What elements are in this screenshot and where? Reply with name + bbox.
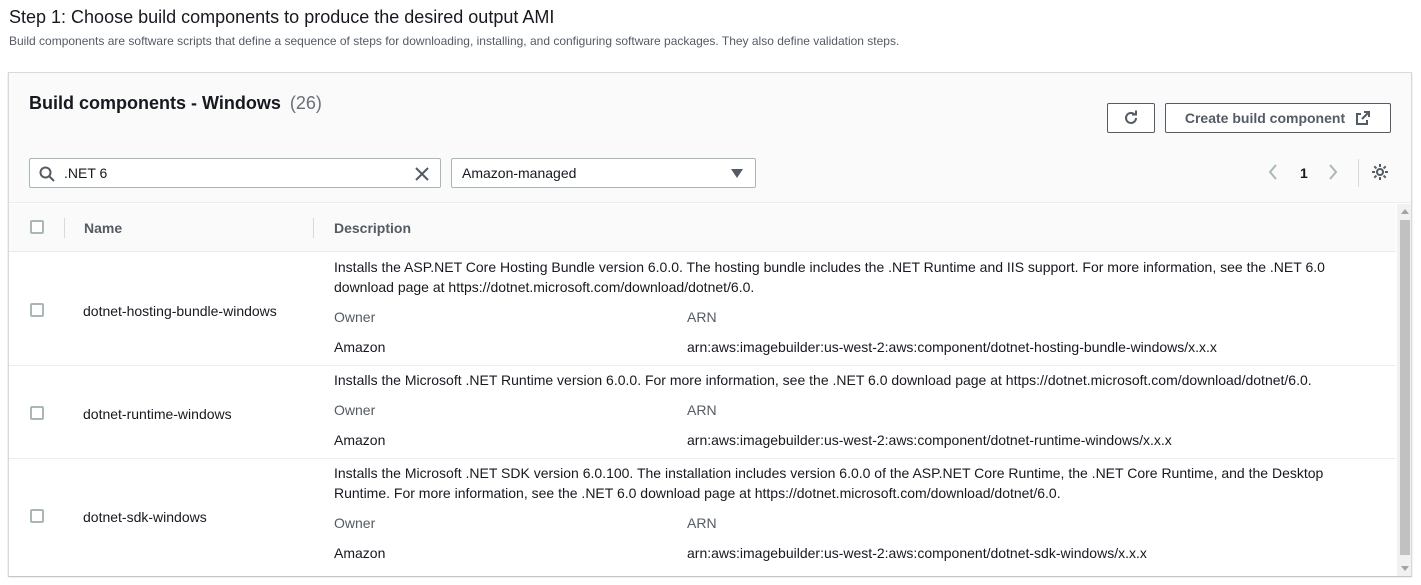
panel-title-text: Build components - Windows	[29, 93, 281, 113]
table-row[interactable]: dotnet-runtime-windows Installs the Micr…	[9, 366, 1396, 459]
vertical-scrollbar[interactable]	[1397, 204, 1411, 576]
panel-header: Build components - Windows (26) Create b…	[9, 73, 1411, 203]
owner-value: Amazon	[334, 545, 386, 561]
table-row[interactable]: dotnet-sdk-windows Installs the Microsof…	[9, 459, 1396, 576]
search-field[interactable]	[29, 158, 441, 188]
caret-down-icon	[731, 169, 743, 178]
row-checkbox[interactable]	[30, 303, 44, 317]
create-build-component-button[interactable]: Create build component	[1165, 103, 1391, 133]
scroll-down-icon[interactable]	[1401, 566, 1409, 572]
row-checkbox[interactable]	[30, 509, 44, 523]
arn-value: arn:aws:imagebuilder:us-west-2:aws:compo…	[687, 432, 1172, 448]
gear-icon[interactable]	[1371, 163, 1389, 181]
clear-icon[interactable]	[414, 166, 430, 182]
refresh-button[interactable]	[1107, 103, 1155, 133]
arn-value: arn:aws:imagebuilder:us-west-2:aws:compo…	[687, 545, 1147, 561]
arn-value: arn:aws:imagebuilder:us-west-2:aws:compo…	[687, 339, 1217, 355]
arn-label: ARN	[687, 402, 717, 418]
arn-label: ARN	[687, 309, 717, 325]
pager-divider	[1358, 159, 1359, 187]
select-all-checkbox[interactable]	[30, 220, 44, 234]
row-description: Installs the Microsoft .NET SDK version …	[334, 465, 1324, 501]
external-link-icon	[1356, 111, 1371, 125]
refresh-icon	[1125, 110, 1137, 124]
search-icon	[39, 166, 55, 182]
filter-select[interactable]: Amazon-managed	[451, 158, 756, 188]
owner-value: Amazon	[334, 339, 386, 355]
arn-label: ARN	[687, 515, 717, 531]
owner-value: Amazon	[334, 432, 386, 448]
row-checkbox[interactable]	[30, 406, 44, 420]
table-row[interactable]: dotnet-hosting-bundle-windows Installs t…	[9, 253, 1396, 366]
column-header-name[interactable]: Name	[84, 220, 122, 236]
row-name: dotnet-runtime-windows	[83, 406, 232, 422]
search-input[interactable]	[62, 163, 402, 183]
filter-select-value: Amazon-managed	[462, 165, 577, 181]
panel-title: Build components - Windows (26)	[29, 93, 322, 114]
row-name: dotnet-hosting-bundle-windows	[83, 303, 277, 319]
owner-label: Owner	[334, 309, 376, 325]
scrollbar-thumb[interactable]	[1400, 220, 1410, 555]
owner-label: Owner	[334, 515, 376, 531]
column-separator	[64, 218, 65, 238]
row-description: Installs the ASP.NET Core Hosting Bundle…	[334, 259, 1325, 295]
row-description: Installs the Microsoft .NET Runtime vers…	[334, 372, 1312, 388]
table-header: Name Description	[9, 204, 1396, 252]
scroll-up-icon[interactable]	[1401, 208, 1409, 214]
chevron-right-icon[interactable]	[1327, 163, 1339, 181]
column-separator	[313, 218, 314, 238]
step-subtitle: Build components are software scripts th…	[9, 34, 900, 48]
panel-count: (26)	[289, 93, 322, 113]
page-number[interactable]: 1	[1300, 165, 1308, 181]
row-name: dotnet-sdk-windows	[83, 509, 207, 525]
column-header-description[interactable]: Description	[334, 220, 411, 236]
build-components-panel: Build components - Windows (26) Create b…	[8, 72, 1412, 576]
owner-label: Owner	[334, 402, 376, 418]
create-build-component-label: Create build component	[1184, 110, 1346, 126]
step-title: Step 1: Choose build components to produ…	[9, 7, 555, 27]
chevron-left-icon[interactable]	[1267, 163, 1279, 181]
